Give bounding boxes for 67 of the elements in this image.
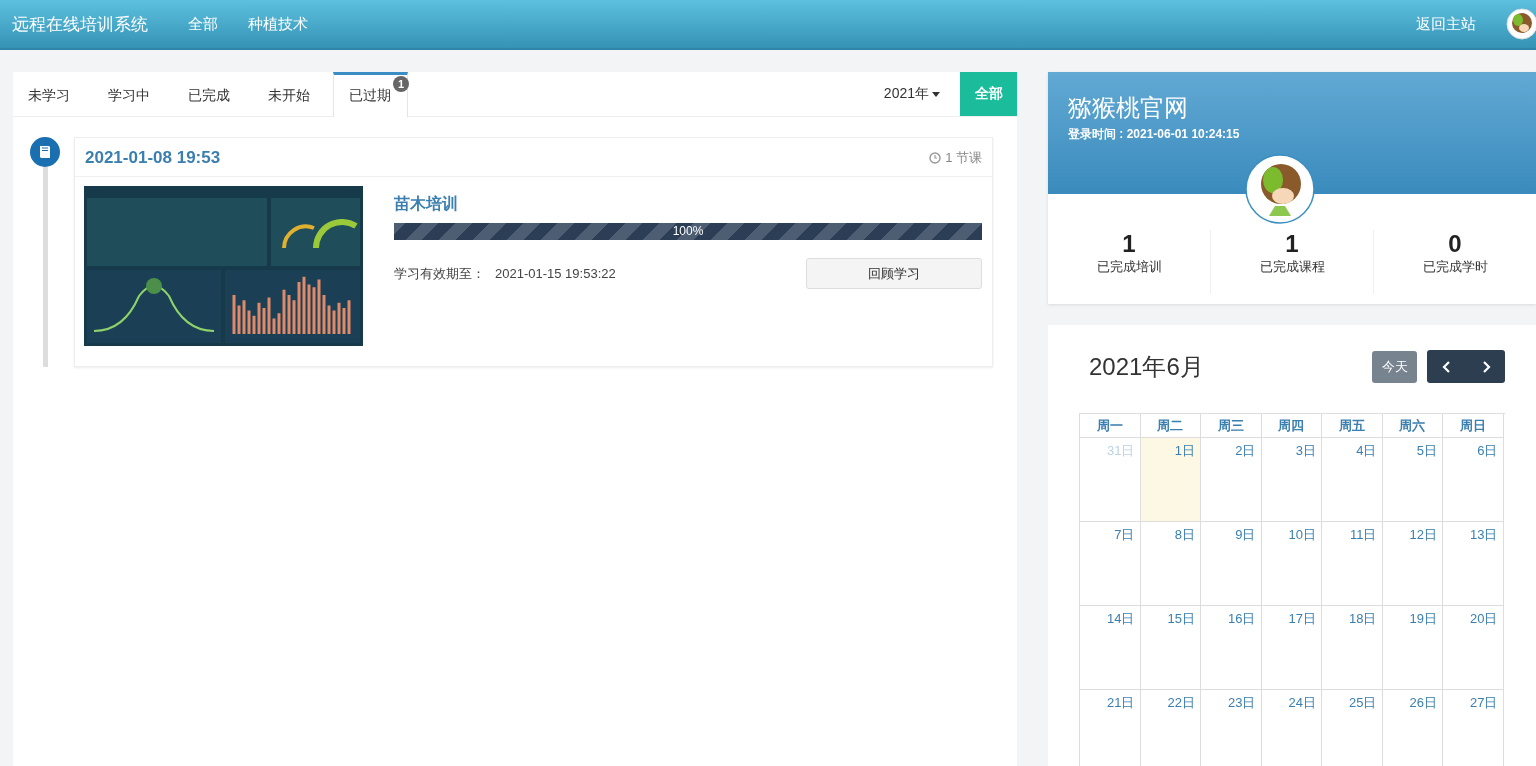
lesson-count: 1 节课 — [945, 149, 982, 167]
tab[interactable]: 未开始 — [253, 72, 326, 116]
site-title: 远程在线培训系统 — [12, 13, 148, 36]
calendar-day[interactable]: 22日 — [1140, 690, 1201, 766]
calendar-day[interactable]: 17日 — [1261, 606, 1322, 690]
calendar-day[interactable]: 18日 — [1322, 606, 1383, 690]
tab[interactable]: 未学习 — [13, 72, 86, 116]
nav-link[interactable]: 全部 — [188, 14, 218, 34]
today-button[interactable]: 今天 — [1372, 350, 1417, 383]
calendar-day[interactable]: 10日 — [1261, 522, 1322, 606]
validity-label: 学习有效期至： — [394, 264, 485, 283]
calendar-day[interactable]: 12日 — [1382, 522, 1443, 606]
calendar-day[interactable]: 19日 — [1382, 606, 1443, 690]
calendar-day[interactable]: 15日 — [1140, 606, 1201, 690]
weekday-header: 周四 — [1261, 414, 1322, 438]
stat-label: 已完成课程 — [1259, 258, 1325, 276]
calendar-day[interactable]: 16日 — [1201, 606, 1262, 690]
weekday-header: 周一 — [1080, 414, 1141, 438]
weekday-header: 周日 — [1443, 414, 1504, 438]
tab[interactable]: 学习中 — [93, 72, 166, 116]
calendar-day[interactable]: 26日 — [1382, 690, 1443, 766]
calendar-day[interactable]: 11日 — [1322, 522, 1383, 606]
home-link[interactable]: 返回主站 — [1416, 14, 1476, 34]
nav-link[interactable]: 种植技术 — [248, 14, 308, 34]
book-icon — [30, 137, 60, 167]
calendar-day[interactable]: 23日 — [1201, 690, 1262, 766]
filter-button[interactable]: 全部 — [960, 72, 1017, 116]
weekday-header: 周三 — [1201, 414, 1262, 438]
weekday-header: 周五 — [1322, 414, 1383, 438]
course-title[interactable]: 苗木培训 — [394, 194, 982, 215]
calendar-day[interactable]: 1日 — [1140, 438, 1201, 522]
caret-icon — [932, 91, 940, 97]
chevron-right-icon — [1480, 359, 1491, 374]
weekday-header: 周六 — [1382, 414, 1443, 438]
login-time: 登录时间 : 2021-06-01 10:24:15 — [1068, 126, 1241, 143]
calendar-day[interactable]: 13日 — [1443, 522, 1504, 606]
calendar-title: 2021年6月 — [1089, 351, 1204, 382]
calendar-day[interactable]: 9日 — [1201, 522, 1262, 606]
entry-date: 2021-01-08 19:53 — [85, 148, 222, 168]
chevron-left-icon — [1441, 359, 1452, 374]
progress-text: 100% — [671, 223, 705, 240]
calendar-day[interactable]: 24日 — [1261, 690, 1322, 766]
stat-value: 0 — [1448, 230, 1462, 258]
stat-label: 已完成培训 — [1096, 258, 1162, 276]
kiwi-avatar-icon[interactable] — [1506, 8, 1536, 40]
validity-date: 2021-01-15 19:53:22 — [495, 266, 616, 281]
calendar-day[interactable]: 7日 — [1080, 522, 1141, 606]
calendar-day[interactable]: 5日 — [1382, 438, 1443, 522]
calendar-day[interactable]: 14日 — [1080, 606, 1141, 690]
year-dropdown[interactable]: 2021年 — [863, 72, 960, 116]
calendar-day[interactable]: 20日 — [1443, 606, 1504, 690]
calendar-day[interactable]: 27日 — [1443, 690, 1504, 766]
calendar-day[interactable]: 3日 — [1261, 438, 1322, 522]
kiwi-avatar-icon — [1245, 154, 1315, 224]
calendar-day[interactable]: 6日 — [1443, 438, 1504, 522]
stat-label: 已完成学时 — [1422, 258, 1488, 276]
tab[interactable]: 已完成 — [173, 72, 246, 116]
calendar-day[interactable]: 25日 — [1322, 690, 1383, 766]
stat-value: 1 — [1122, 230, 1136, 258]
calendar-day[interactable]: 21日 — [1080, 690, 1141, 766]
profile-name: 猕猴桃官网 — [1068, 93, 1189, 123]
calendar-day[interactable]: 2日 — [1201, 438, 1262, 522]
calendar-day[interactable]: 4日 — [1322, 438, 1383, 522]
stat-value: 1 — [1285, 230, 1299, 258]
calendar-day[interactable]: 8日 — [1140, 522, 1201, 606]
review-button[interactable]: 回顾学习 — [806, 258, 982, 289]
clock-icon — [929, 152, 942, 164]
